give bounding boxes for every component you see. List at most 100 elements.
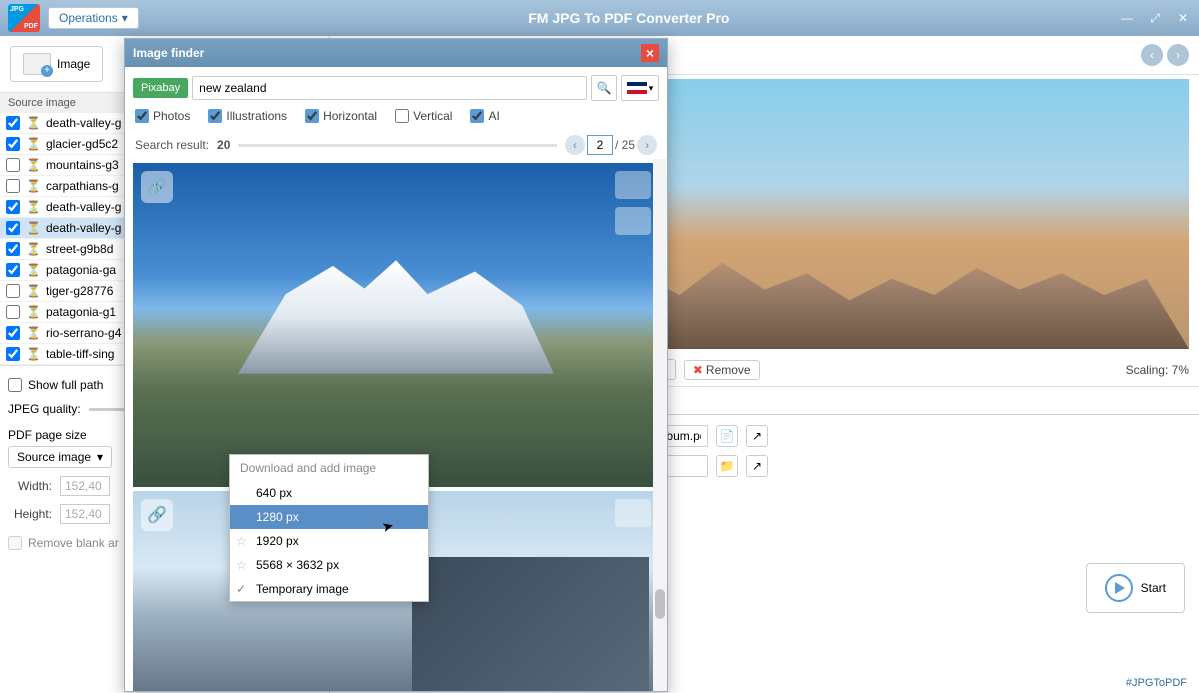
hourglass-icon: ⏳ <box>26 137 40 151</box>
ai-filter[interactable]: AI <box>470 109 499 123</box>
camera-icon[interactable] <box>615 171 651 199</box>
hourglass-icon: ⏳ <box>26 116 40 130</box>
page-size-select[interactable]: Source image ▾ <box>8 446 112 468</box>
pdf-icon-button[interactable]: 📄 <box>716 425 738 447</box>
link-icon[interactable]: 🔗 <box>141 171 173 203</box>
check-icon: ✓ <box>236 582 246 596</box>
file-checkbox[interactable] <box>6 200 20 214</box>
file-checkbox[interactable] <box>6 242 20 256</box>
file-name: mountains-g3 <box>46 158 119 172</box>
download-icon[interactable] <box>615 499 651 527</box>
file-checkbox[interactable] <box>6 305 20 319</box>
minimize-button[interactable]: — <box>1119 10 1135 26</box>
star-icon: ☆ <box>236 558 247 572</box>
open-folder-external-button[interactable]: ↗ <box>746 455 768 477</box>
hourglass-icon: ⏳ <box>26 158 40 172</box>
operations-label: Operations <box>59 11 118 25</box>
illustrations-filter[interactable]: Illustrations <box>208 109 287 123</box>
close-button[interactable]: ✕ <box>1175 10 1191 26</box>
hourglass-icon: ⏳ <box>26 221 40 235</box>
file-name: rio-serrano-g4 <box>46 326 121 340</box>
page-total: / 25 <box>615 138 635 152</box>
file-checkbox[interactable] <box>6 158 20 172</box>
photos-filter[interactable]: Photos <box>135 109 190 123</box>
file-checkbox[interactable] <box>6 263 20 277</box>
thumbnail-scrollbar[interactable] <box>653 159 667 691</box>
hourglass-icon: ⏳ <box>26 347 40 361</box>
footer-hashtag[interactable]: #JPGToPDF <box>1126 677 1187 689</box>
external-link-icon: ↗ <box>752 429 762 443</box>
star-icon: ☆ <box>236 534 247 548</box>
scrollbar-handle[interactable] <box>655 589 665 619</box>
remove-blank-label: Remove blank ar <box>28 536 119 550</box>
search-button[interactable]: 🔍 <box>591 75 617 101</box>
uk-flag-icon <box>627 82 647 94</box>
page-input[interactable] <box>587 135 613 155</box>
download-icon[interactable] <box>615 207 651 235</box>
remove-icon: ✖ <box>693 363 703 377</box>
thumbnail-area[interactable]: 🔗 🔗 <box>125 159 667 691</box>
download-context-menu: Download and add image 640 px 1280 px ☆1… <box>229 454 429 602</box>
add-image-label: Image <box>57 57 90 71</box>
next-page-button[interactable]: › <box>637 135 657 155</box>
file-checkbox[interactable] <box>6 284 20 298</box>
chevron-down-icon: ▾ <box>649 83 654 94</box>
modal-close-button[interactable]: × <box>641 44 659 62</box>
remove-button[interactable]: ✖Remove <box>684 360 760 380</box>
file-name: death-valley-g <box>46 200 121 214</box>
folder-button[interactable]: 📁 <box>716 455 738 477</box>
search-input[interactable] <box>192 76 587 100</box>
file-checkbox[interactable] <box>6 137 20 151</box>
file-name: death-valley-g <box>46 116 121 130</box>
show-full-path-checkbox[interactable] <box>8 378 22 392</box>
file-name: patagonia-g1 <box>46 305 116 319</box>
ctx-640px[interactable]: 640 px <box>230 481 428 505</box>
file-name: death-valley-g <box>46 221 121 235</box>
link-icon[interactable]: 🔗 <box>141 499 173 531</box>
add-image-button[interactable]: Image <box>10 46 103 82</box>
file-checkbox[interactable] <box>6 347 20 361</box>
file-checkbox[interactable] <box>6 179 20 193</box>
page-size-value: Source image <box>17 450 91 464</box>
height-label: Height: <box>8 507 52 521</box>
start-label: Start <box>1141 581 1166 595</box>
ctx-1920px[interactable]: ☆1920 px <box>230 529 428 553</box>
width-label: Width: <box>8 479 52 493</box>
play-icon <box>1105 574 1133 602</box>
scaling-label: Scaling: 7% <box>1126 363 1189 377</box>
language-button[interactable]: ▾ <box>621 75 659 101</box>
ctx-1280px[interactable]: 1280 px <box>230 505 428 529</box>
file-checkbox[interactable] <box>6 326 20 340</box>
app-logo-icon <box>8 4 40 32</box>
hourglass-icon: ⏳ <box>26 200 40 214</box>
file-checkbox[interactable] <box>6 116 20 130</box>
titlebar: Operations ▾ FM JPG To PDF Converter Pro… <box>0 0 1199 36</box>
show-full-path-label: Show full path <box>28 378 103 392</box>
result-zoom-slider[interactable] <box>238 144 557 147</box>
modal-title: Image finder <box>133 46 204 60</box>
pixabay-badge[interactable]: Pixabay <box>133 78 188 98</box>
open-external-button[interactable]: ↗ <box>746 425 768 447</box>
maximize-button[interactable]: ⤢ <box>1147 10 1163 26</box>
jpeg-quality-label: JPEG quality: <box>8 402 81 416</box>
chevron-down-icon: ▾ <box>97 450 103 464</box>
vertical-filter[interactable]: Vertical <box>395 109 452 123</box>
width-input[interactable] <box>60 476 110 496</box>
ctx-temporary[interactable]: ✓Temporary image <box>230 577 428 601</box>
height-input[interactable] <box>60 504 110 524</box>
file-checkbox[interactable] <box>6 221 20 235</box>
prev-page-button[interactable]: ‹ <box>565 135 585 155</box>
thumbnail-1[interactable]: 🔗 <box>133 163 659 487</box>
operations-button[interactable]: Operations ▾ <box>48 7 139 29</box>
file-name: glacier-gd5c2 <box>46 137 118 151</box>
next-image-button[interactable]: › <box>1167 44 1189 66</box>
hourglass-icon: ⏳ <box>26 263 40 277</box>
start-button[interactable]: Start <box>1086 563 1185 613</box>
ctx-5568px[interactable]: ☆5568 × 3632 px <box>230 553 428 577</box>
prev-image-button[interactable]: ‹ <box>1141 44 1163 66</box>
remove-blank-checkbox[interactable] <box>8 536 22 550</box>
ctx-header: Download and add image <box>230 455 428 481</box>
pdf-icon: 📄 <box>720 429 735 443</box>
horizontal-filter[interactable]: Horizontal <box>305 109 377 123</box>
result-count: 20 <box>217 138 230 152</box>
